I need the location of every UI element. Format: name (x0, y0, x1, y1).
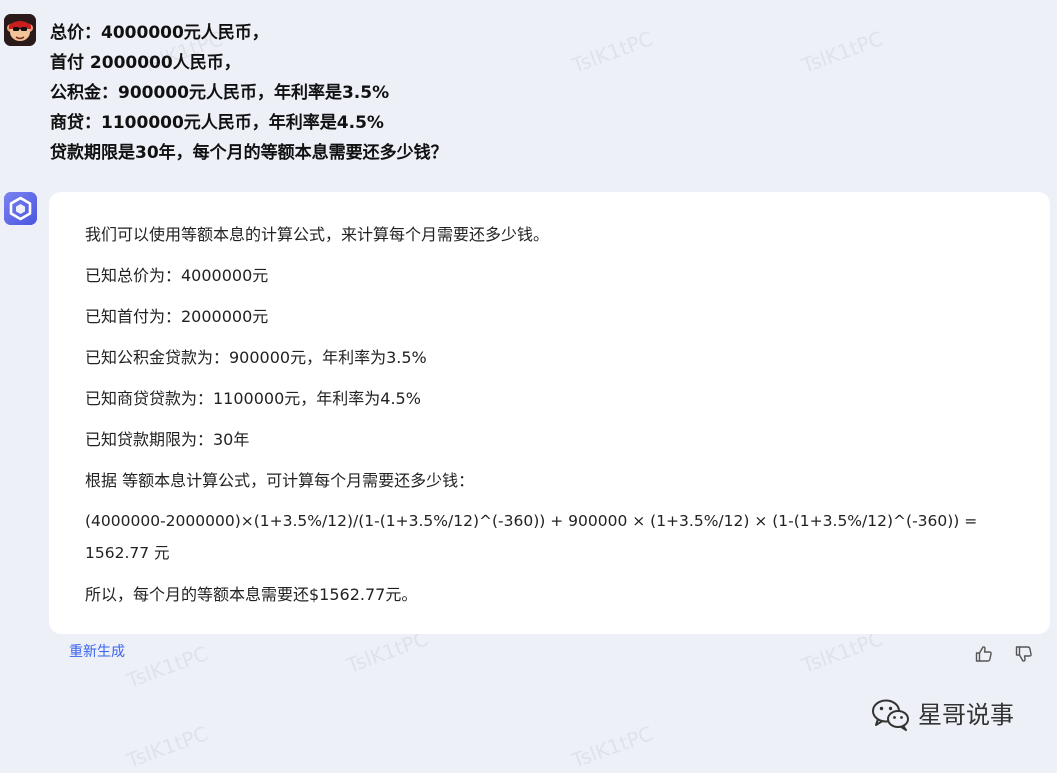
response-fact: 已知公积金贷款为：900000元，年利率为3.5% (85, 348, 427, 367)
response-fact: 已知总价为：4000000元 (85, 266, 269, 285)
thumbs-down-icon (1015, 646, 1032, 662)
watermark: TslK1tPC (798, 26, 887, 78)
watermark: TslK1tPC (123, 721, 212, 773)
user-message-line: 首付 2000000人民币， (50, 53, 241, 73)
thumbs-up-icon (975, 646, 992, 662)
user-message-line: 公积金：900000元人民币，年利率是3.5% (50, 83, 390, 103)
regenerate-button[interactable]: 重新生成 (69, 641, 125, 661)
user-message-line: 贷款期限是30年，每个月的等额本息需要还多少钱？ (50, 143, 448, 163)
user-message-line: 商贷：1100000元人民币，年利率是4.5% (50, 113, 384, 133)
formula-result: 1562.77 元 (85, 544, 170, 562)
assistant-logo-icon (4, 192, 37, 225)
response-formula: (4000000-2000000)×(1+3.5%/12)/(1-(1+3.5%… (85, 501, 1025, 574)
response-intro: 我们可以使用等额本息的计算公式，来计算每个月需要还多少钱。 (85, 225, 550, 244)
response-fact: 已知商贷贷款为：1100000元，年利率为4.5% (85, 389, 421, 408)
thumbs-up-button[interactable] (974, 644, 994, 664)
response-fact: 已知首付为：2000000元 (85, 307, 269, 326)
response-conclusion: 所以，每个月的等额本息需要还$1562.77元。 (85, 585, 418, 604)
watermark: TslK1tPC (123, 641, 212, 693)
wechat-icon (870, 697, 912, 733)
user-message-line: 总价：4000000元人民币， (50, 23, 269, 43)
watermark: TslK1tPC (568, 721, 657, 773)
formula-line: (4000000-2000000)×(1+3.5%/12)/(1-(1+3.5%… (85, 512, 978, 530)
assistant-response-card: 我们可以使用等额本息的计算公式，来计算每个月需要还多少钱。 已知总价为：4000… (49, 192, 1050, 634)
thumbs-down-button[interactable] (1014, 644, 1034, 664)
brand-name: 星哥说事 (918, 701, 1014, 729)
user-avatar (4, 14, 36, 46)
assistant-response-content: 我们可以使用等额本息的计算公式，来计算每个月需要还多少钱。 已知总价为：4000… (85, 214, 1025, 615)
user-message: 总价：4000000元人民币， 首付 2000000人民币， 公积金：90000… (50, 18, 670, 168)
assistant-avatar (4, 192, 37, 225)
monkey-face-icon (4, 14, 36, 46)
response-fact: 已知贷款期限为：30年 (85, 430, 250, 449)
response-method: 根据 等额本息计算公式，可计算每个月需要还多少钱： (85, 471, 475, 490)
